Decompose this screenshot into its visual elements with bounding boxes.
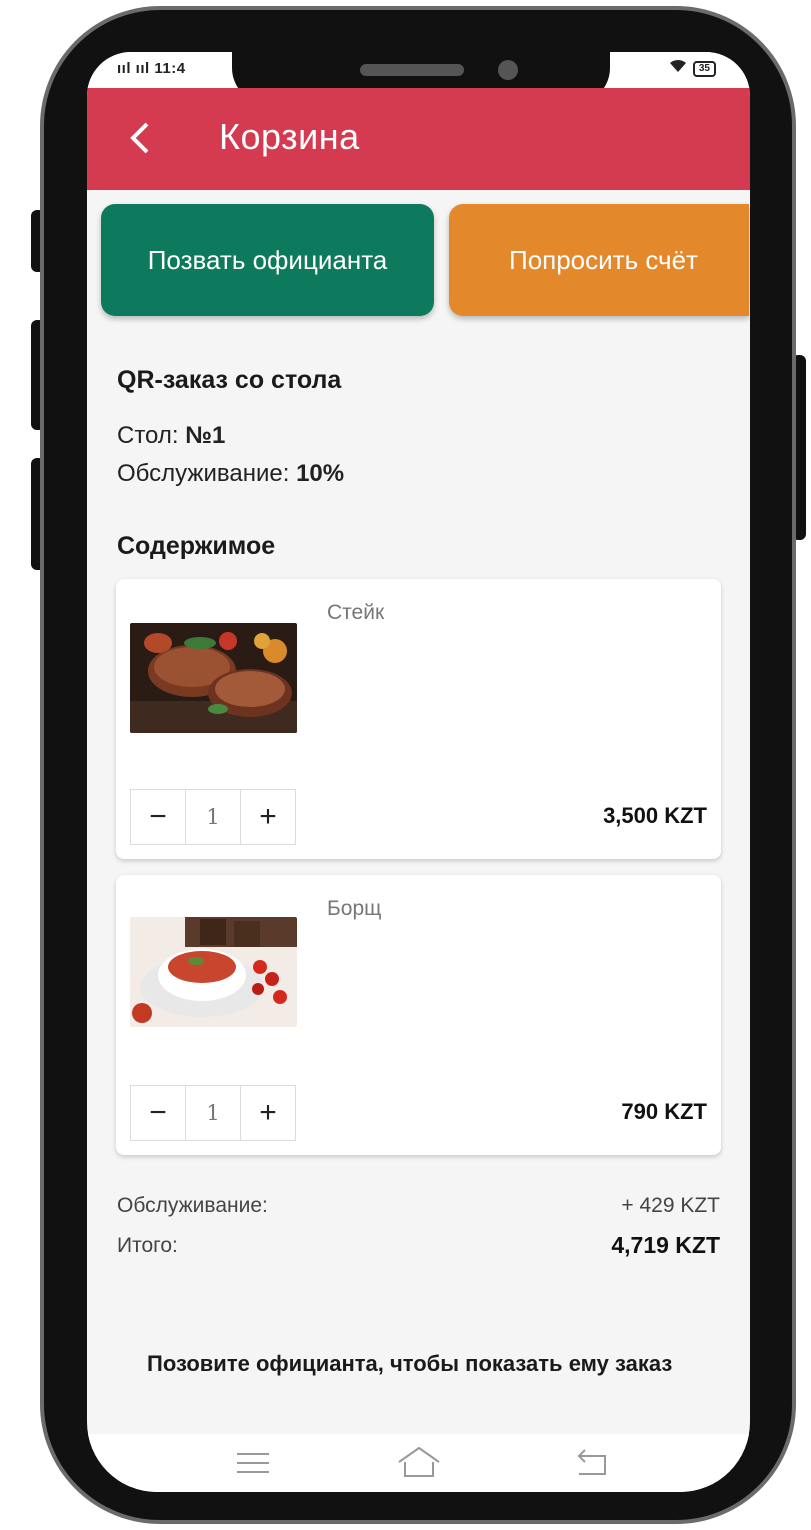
contents-heading: Содержимое [117,532,276,560]
service-info: Обслуживание: 10% [117,460,344,488]
quantity-stepper: − 1 + [130,1085,296,1141]
increase-quantity-button[interactable]: + [241,790,295,844]
speaker-grille [360,64,464,76]
order-heading: QR-заказ со стола [117,366,342,394]
phone-screen: ııl ııl 11:4 35 Корзина Позвать официант… [87,52,750,1492]
increase-quantity-button[interactable]: + [241,1086,295,1140]
item-price: 3,500 KZT [603,803,707,828]
service-percent: 10% [296,460,345,487]
service-fee-value: + 429 KZT [621,1194,720,1217]
item-name: Борщ [327,897,382,920]
back-arrow-icon[interactable] [125,118,155,158]
decrease-quantity-button[interactable]: − [131,790,186,844]
call-waiter-hint: Позовите официанта, чтобы показать ему з… [147,1351,673,1376]
item-name: Стейк [327,601,385,624]
back-nav-icon[interactable] [573,1446,613,1480]
table-info: Стол: №1 [117,422,225,450]
request-bill-button[interactable]: Попросить счёт [449,204,749,316]
quantity-value: 1 [186,1086,241,1140]
item-price: 790 KZT [621,1099,707,1124]
table-number: №1 [185,422,226,449]
system-nav-bar [87,1434,750,1492]
table-label: Стол: [117,422,179,449]
menu-icon[interactable] [233,1446,273,1480]
service-label: Обслуживание: [117,460,290,487]
call-waiter-button[interactable]: Позвать официанта [101,204,434,316]
battery-icon: 35 [692,60,716,77]
quantity-value: 1 [186,790,241,844]
cart-item-card: Борщ − 1 + 790 KZT [116,875,721,1155]
home-icon[interactable] [397,1446,440,1480]
app-header: Корзина [87,88,750,190]
borscht-image [130,917,297,1027]
front-camera [498,60,518,80]
service-fee-label: Обслуживание: [117,1194,268,1217]
status-time: 11:4 [154,60,186,77]
status-right: 35 [669,58,716,79]
status-signal-time: ııl ııl 11:4 [117,60,186,77]
page-title: Корзина [219,116,360,157]
cart-item-card: Стейк − 1 + 3,500 KZT [116,579,721,859]
decrease-quantity-button[interactable]: − [131,1086,186,1140]
wifi-icon [669,58,687,79]
steak-image [130,623,297,733]
total-label: Итого: [117,1234,178,1257]
total-value: 4,719 KZT [611,1232,720,1258]
signal-icon: ııl ııl [117,60,150,77]
quantity-stepper: − 1 + [130,789,296,845]
